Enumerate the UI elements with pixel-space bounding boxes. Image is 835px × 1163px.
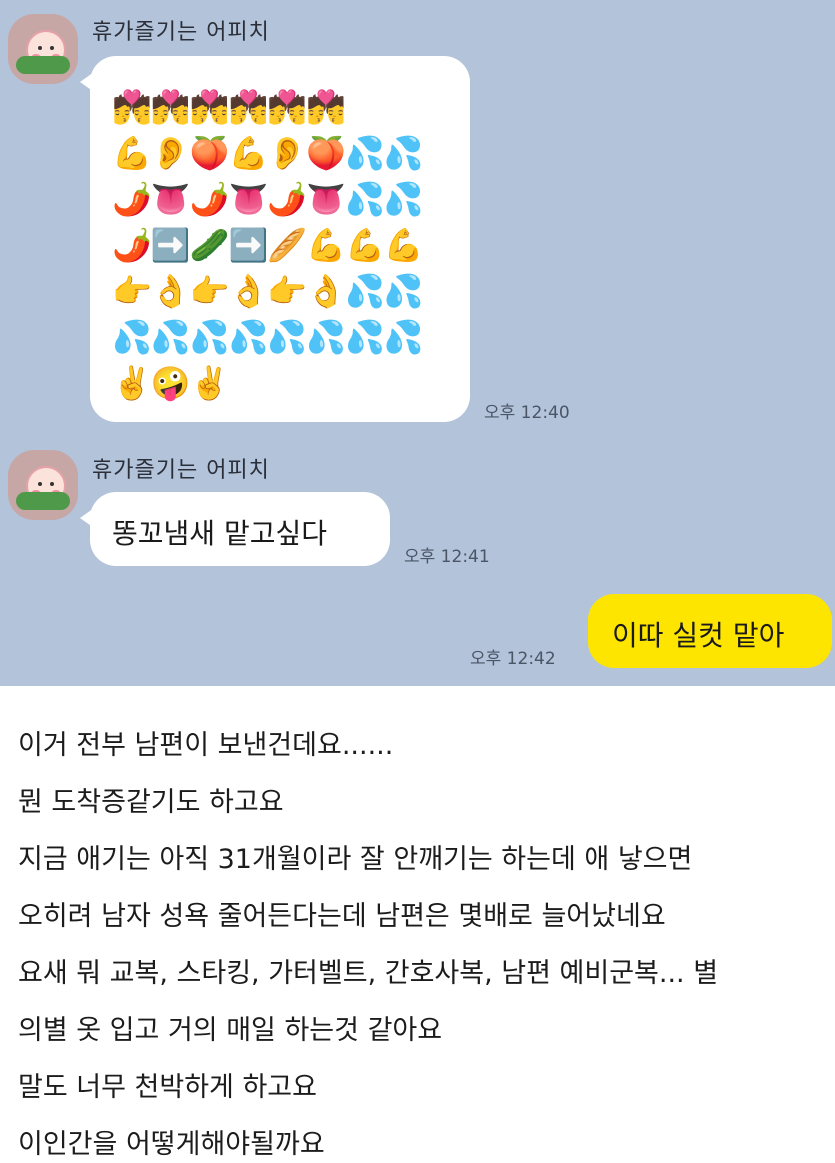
chat-area: 휴가즐기는 어피치 💏💏💏💏💏💏 💪👂🍑💪👂🍑💦💦 🌶️👅🌶️👅🌶️👅💦💦 🌶️… xyxy=(0,0,835,686)
emoji-row: 💪👂🍑💪👂🍑💦💦 xyxy=(112,134,424,172)
emoji-row: 💏💏💏💏💏💏 xyxy=(112,88,346,126)
sender-name: 휴가즐기는 어피치 xyxy=(92,458,270,483)
emoji-row: ✌️🤪✌️ xyxy=(112,364,230,402)
sender-avatar[interactable] xyxy=(8,450,78,520)
post-line: 이거 전부 남편이 보낸건데요...... xyxy=(18,730,394,761)
emoji-row: 💦💦💦💦💦💦💦💦 xyxy=(112,318,424,356)
post-line: 뭔 도착증같기도 하고요 xyxy=(18,787,284,818)
message-time: 오후 12:40 xyxy=(484,403,570,423)
emoji-row: 👉👌👉👌👉👌💦💦 xyxy=(112,272,424,310)
sender-avatar[interactable] xyxy=(8,14,78,84)
message-bubble-emoji[interactable]: 💏💏💏💏💏💏 💪👂🍑💪👂🍑💦💦 🌶️👅🌶️👅🌶️👅💦💦 🌶️➡️🥒➡️🥖💪💪💪 … xyxy=(80,56,470,422)
message-text: 똥꼬냄새 맡고싶다 xyxy=(112,517,327,550)
float-ring-icon xyxy=(16,492,70,510)
post-line: 의별 옷 입고 거의 매일 하는것 같아요 xyxy=(18,1015,443,1046)
message-time: 오후 12:42 xyxy=(470,649,556,669)
post-line: 오히려 남자 성욕 줄어든다는데 남편은 몇배로 늘어났네요 xyxy=(18,901,666,932)
my-message-bubble[interactable]: 이따 실컷 맡아 xyxy=(588,594,832,668)
message-text: 이따 실컷 맡아 xyxy=(612,619,785,652)
message-bubble-text[interactable]: 똥꼬냄새 맡고싶다 xyxy=(80,492,390,566)
emoji-grid: 💏💏💏💏💏💏 💪👂🍑💪👂🍑💦💦 🌶️👅🌶️👅🌶️👅💦💦 🌶️➡️🥒➡️🥖💪💪💪 … xyxy=(112,84,424,406)
post-line: 말도 너무 천박하게 하고요 xyxy=(18,1072,317,1103)
post-line: 이인간을 어떻게해야될까요 xyxy=(18,1129,325,1160)
emoji-row: 🌶️👅🌶️👅🌶️👅💦💦 xyxy=(112,180,424,218)
sender-name: 휴가즐기는 어피치 xyxy=(92,20,270,45)
message-time: 오후 12:41 xyxy=(404,547,490,567)
emoji-row: 🌶️➡️🥒➡️🥖💪💪💪 xyxy=(112,226,424,264)
float-ring-icon xyxy=(16,56,70,74)
post-line: 요새 뭐 교복, 스타킹, 가터벨트, 간호사복, 남편 예비군복... 별 xyxy=(18,958,719,989)
post-line: 지금 애기는 아직 31개월이라 잘 안깨기는 하는데 애 낳으면 xyxy=(18,844,693,875)
